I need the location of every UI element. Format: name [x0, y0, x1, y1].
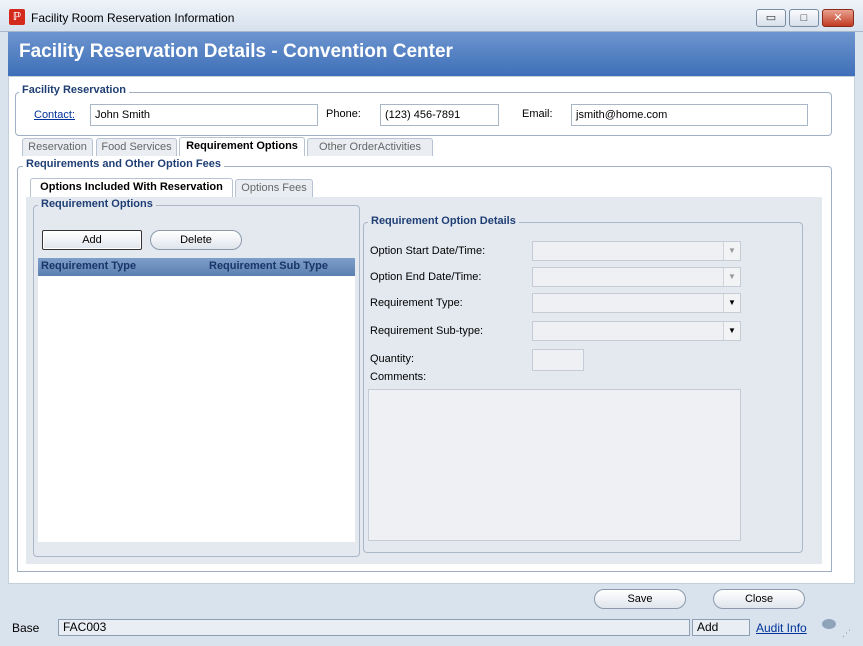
close-button[interactable]: Close [713, 589, 805, 609]
facility-reservation-legend: Facility Reservation [19, 84, 129, 96]
start-date-picker[interactable]: ▼ [532, 241, 741, 261]
requirements-legend: Requirements and Other Option Fees [23, 158, 224, 170]
quantity-label: Quantity: [370, 353, 415, 365]
tab-options-included[interactable]: Options Included With Reservation [30, 178, 233, 197]
requirement-type-select[interactable]: ▼ [532, 293, 741, 313]
requirement-options-legend: Requirement Options [38, 198, 156, 210]
phone-label: Phone: [326, 108, 361, 120]
minimize-button[interactable]: ▭ [756, 9, 786, 27]
chevron-down-icon[interactable]: ▼ [723, 242, 740, 260]
app-logo-icon: ℙ [9, 9, 25, 25]
phone-field[interactable]: (123) 456-7891 [380, 104, 499, 126]
close-window-button[interactable]: ✕ [822, 9, 854, 27]
start-date-label: Option Start Date/Time: [370, 245, 486, 257]
page-title: Facility Reservation Details - Conventio… [19, 41, 453, 62]
end-date-label: Option End Date/Time: [370, 271, 482, 283]
email-label: Email: [522, 108, 553, 120]
tab-options-fees[interactable]: Options Fees [235, 179, 313, 197]
requirement-subtype-select[interactable]: ▼ [532, 321, 741, 341]
status-action: Add [692, 619, 750, 636]
end-date-picker[interactable]: ▼ [532, 267, 741, 287]
column-requirement-type[interactable]: Requirement Type [41, 260, 136, 272]
database-icon [822, 619, 836, 629]
add-button[interactable]: Add [42, 230, 142, 250]
column-requirement-sub-type[interactable]: Requirement Sub Type [209, 260, 328, 272]
tab-other-order-activities[interactable]: Other OrderActivities [307, 138, 433, 156]
chevron-down-icon[interactable]: ▼ [723, 294, 740, 312]
comments-textarea[interactable] [368, 389, 741, 541]
requirement-subtype-label: Requirement Sub-type: [370, 325, 484, 337]
requirement-type-label: Requirement Type: [370, 297, 463, 309]
email-field[interactable]: jsmith@home.com [571, 104, 808, 126]
quantity-field[interactable] [532, 349, 584, 371]
tab-requirement-options[interactable]: Requirement Options [179, 137, 305, 156]
chevron-down-icon[interactable]: ▼ [723, 268, 740, 286]
contact-field[interactable]: John Smith [90, 104, 318, 126]
grid-header: Requirement Type Requirement Sub Type [38, 258, 355, 276]
resize-grip-icon[interactable]: ⋰ [842, 628, 851, 639]
status-mode: Base [12, 621, 40, 635]
tab-food-services[interactable]: Food Services [96, 138, 177, 156]
save-button[interactable]: Save [594, 589, 686, 609]
requirements-list[interactable] [38, 276, 355, 542]
delete-button[interactable]: Delete [150, 230, 242, 250]
window-title: Facility Room Reservation Information [31, 11, 235, 25]
status-code: FAC003 [58, 619, 690, 636]
comments-label: Comments: [370, 371, 427, 383]
audit-info-link[interactable]: Audit Info [756, 621, 807, 635]
chevron-down-icon[interactable]: ▼ [723, 322, 740, 340]
tab-reservation[interactable]: Reservation [22, 138, 93, 156]
contact-link[interactable]: Contact: [34, 109, 75, 121]
maximize-button[interactable]: □ [789, 9, 819, 27]
option-details-legend: Requirement Option Details [368, 215, 519, 227]
